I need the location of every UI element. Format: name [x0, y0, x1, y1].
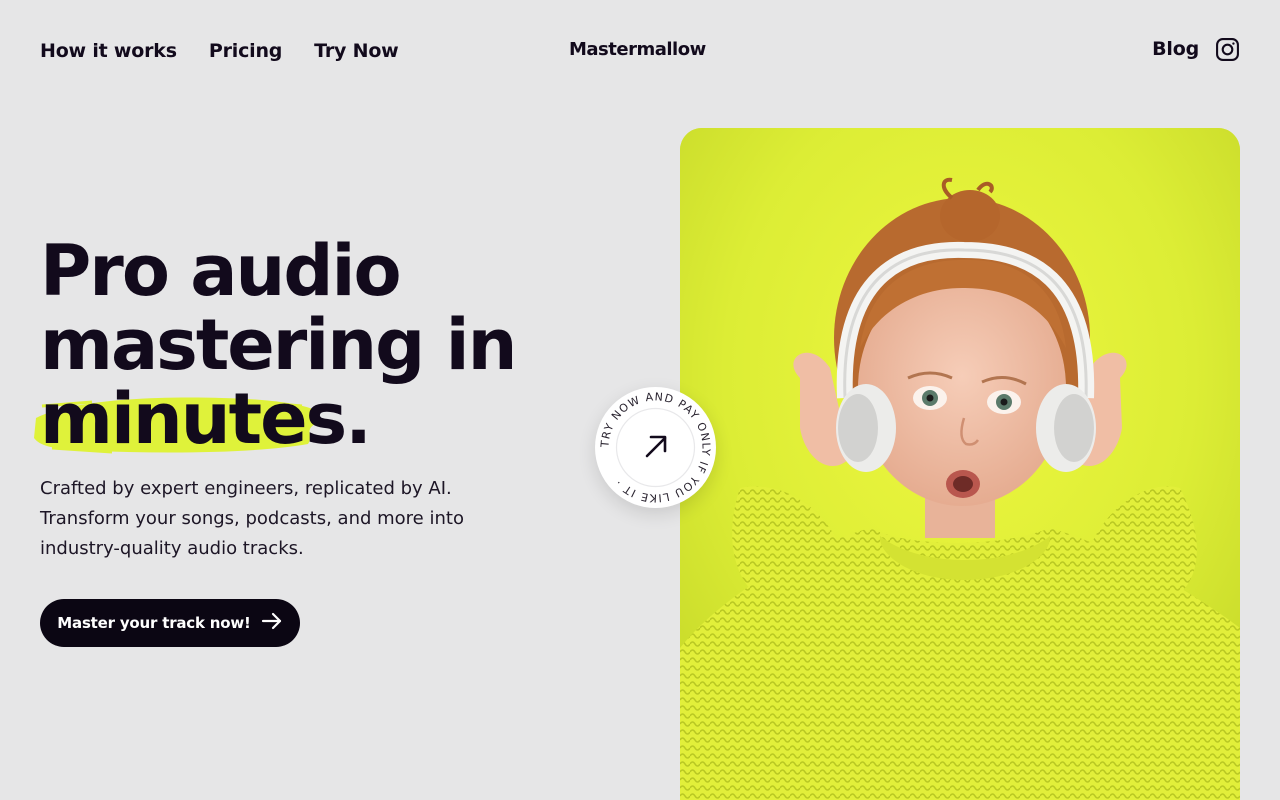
try-now-badge[interactable]: TRY NOW AND PAY ONLY IF YOU LIKE IT ·	[595, 387, 716, 508]
arrow-right-icon	[261, 612, 283, 634]
nav-blog[interactable]: Blog	[1152, 36, 1199, 62]
headline-line-2: mastering in	[40, 304, 517, 386]
headline-period: .	[345, 378, 372, 460]
nav-right: Blog	[1152, 36, 1240, 62]
nav-how-it-works[interactable]: How it works	[40, 38, 177, 64]
nav-try-now[interactable]: Try Now	[314, 38, 399, 64]
hero-subtitle: Crafted by expert engineers, replicated …	[40, 478, 464, 559]
headline-line-3: minutes .	[34, 382, 560, 456]
hero-headline: Pro audio mastering in minutes .	[34, 230, 560, 456]
instagram-icon[interactable]	[1215, 37, 1240, 62]
highlighted-word: minutes	[34, 382, 347, 456]
master-track-button[interactable]: Master your track now!	[40, 599, 300, 647]
main-nav: How it works Pricing Try Now	[40, 38, 399, 64]
headline-line-1: Pro audio	[40, 230, 402, 312]
cta-label: Master your track now!	[57, 614, 251, 632]
site-logo[interactable]: Mastermallow	[569, 38, 706, 62]
hero-photo	[680, 128, 1240, 800]
headline-highlight-text: minutes	[40, 378, 347, 460]
nav-pricing[interactable]: Pricing	[209, 38, 283, 64]
arrow-up-right-icon	[645, 435, 667, 458]
